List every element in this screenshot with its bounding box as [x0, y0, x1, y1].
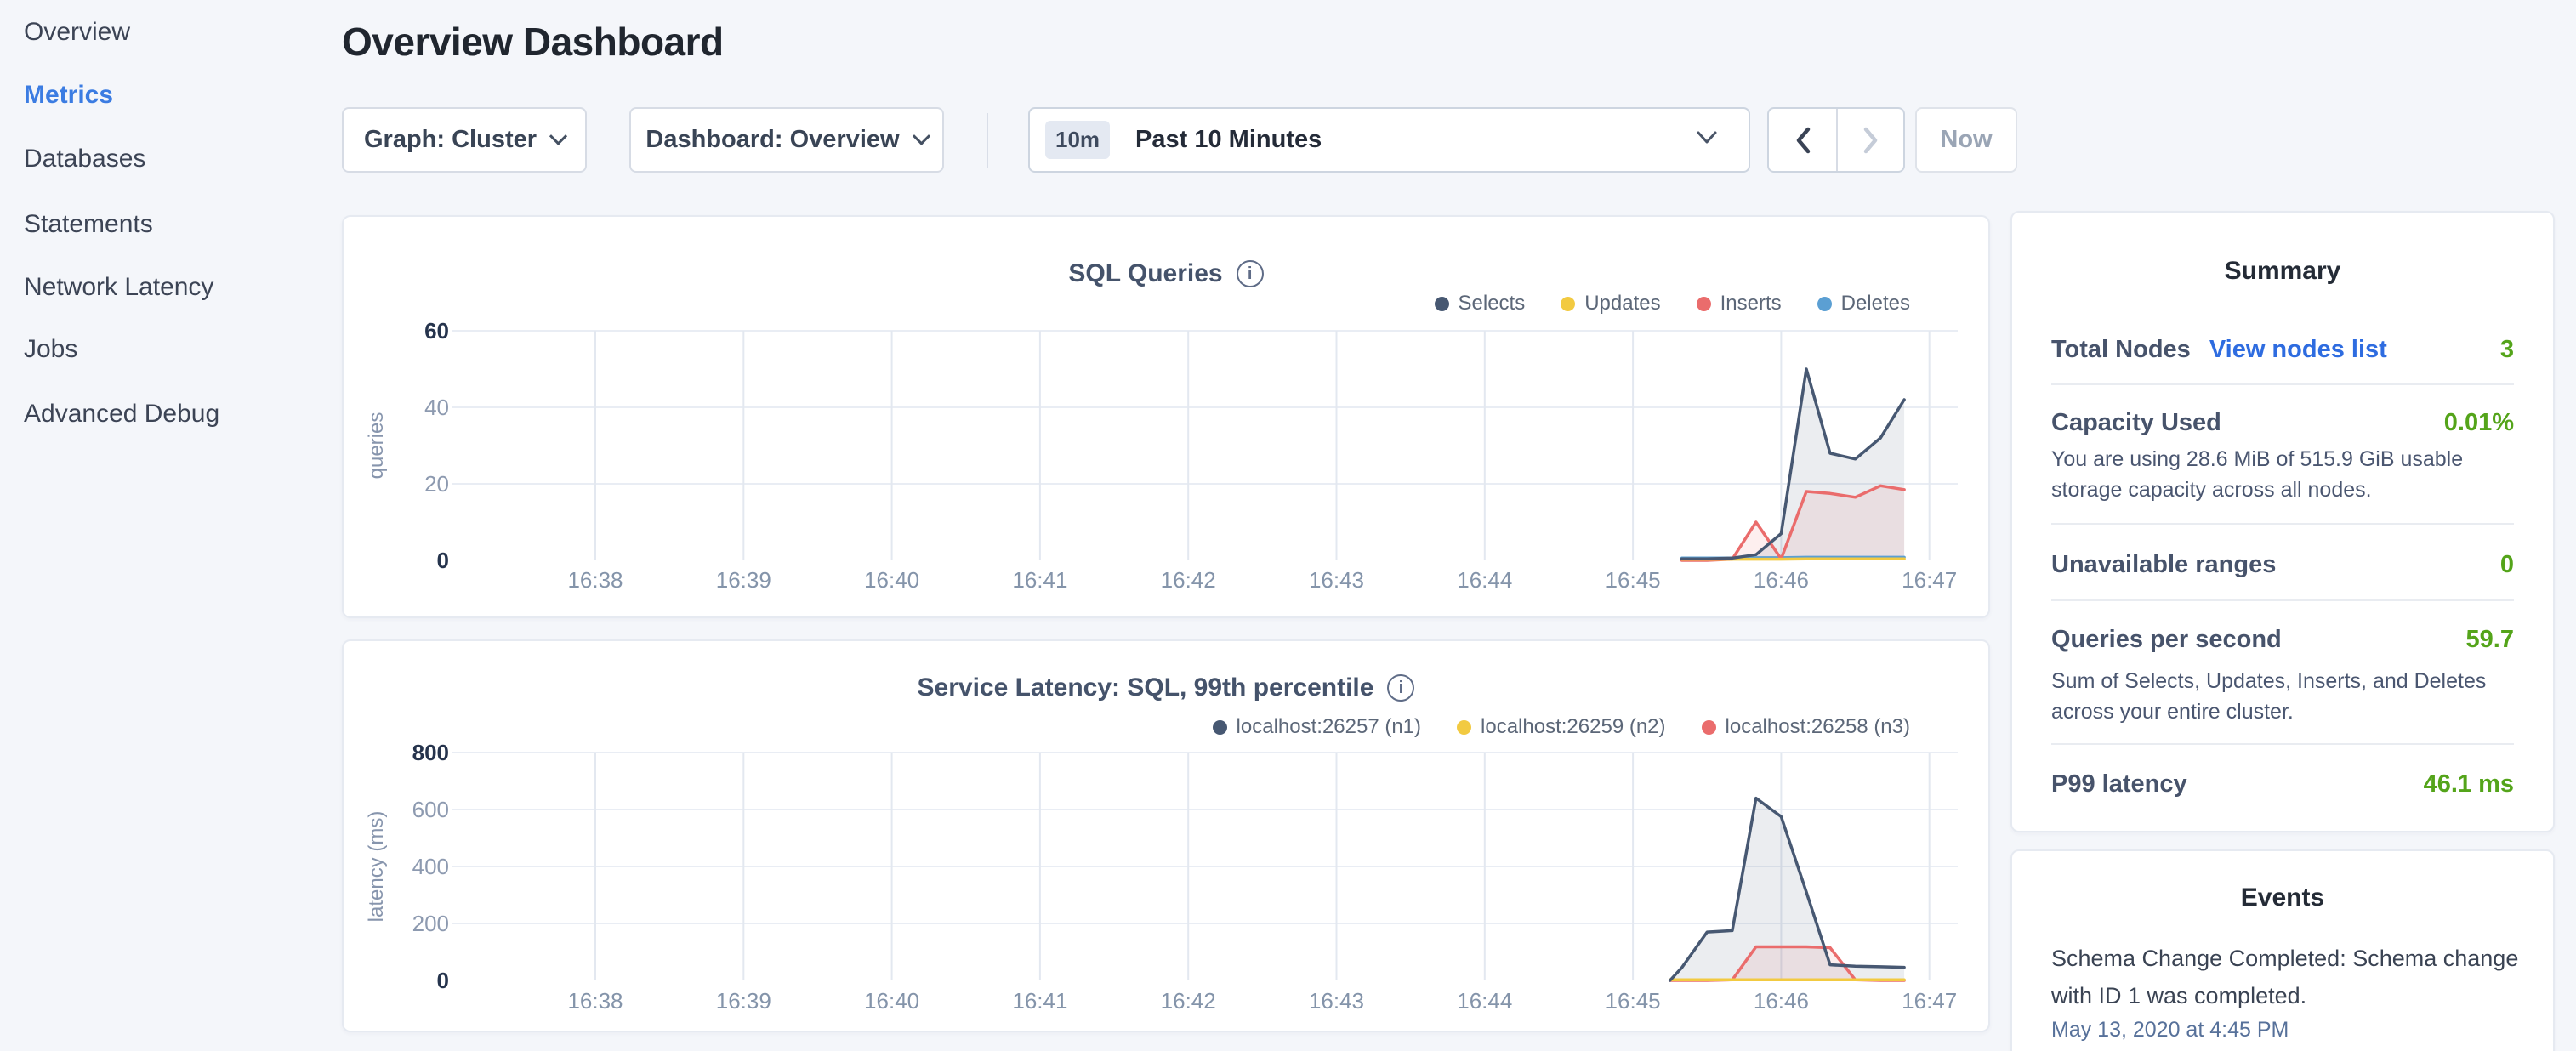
time-range-label: Past 10 Minutes	[1135, 126, 1322, 154]
summary-row-unavailable-ranges: Unavailable ranges 0	[2051, 547, 2514, 582]
svg-text:20: 20	[424, 471, 449, 497]
divider	[2051, 743, 2514, 745]
svg-text:60: 60	[424, 318, 449, 344]
svg-text:16:41: 16:41	[1012, 567, 1067, 593]
svg-text:16:43: 16:43	[1309, 988, 1364, 1014]
sidebar-item-databases[interactable]: Databases	[24, 139, 145, 179]
svg-text:16:40: 16:40	[864, 988, 919, 1014]
summary-row-value: 3	[2500, 336, 2514, 364]
page-title: Overview Dashboard	[342, 19, 724, 65]
toolbar-divider	[987, 113, 988, 168]
view-nodes-list-link[interactable]: View nodes list	[2209, 336, 2387, 364]
sidebar-item-overview[interactable]: Overview	[24, 13, 130, 52]
svg-text:16:39: 16:39	[716, 567, 771, 593]
service-latency-chart-plot[interactable]: 16:38 16:39 16:40 16:41 16:42 16:43 16:44 16:45…	[344, 641, 1992, 1034]
graph-scope-dropdown[interactable]: Graph: Cluster	[342, 107, 587, 173]
svg-text:16:46: 16:46	[1754, 988, 1809, 1014]
summary-row-value: 0.01%	[2444, 409, 2514, 437]
svg-text:16:45: 16:45	[1606, 567, 1661, 593]
svg-text:16:39: 16:39	[716, 988, 771, 1014]
svg-text:16:42: 16:42	[1161, 567, 1216, 593]
summary-row-description: You are using 28.6 MiB of 515.9 GiB usab…	[2051, 444, 2519, 505]
chevron-down-icon	[1696, 130, 1718, 150]
sql-queries-chart-plot[interactable]: 16:38 16:39 16:40 16:41 16:42 16:43 16:44 16:45…	[344, 217, 1992, 620]
svg-text:16:44: 16:44	[1457, 988, 1512, 1014]
summary-row-label: Capacity Used	[2051, 409, 2221, 437]
svg-text:16:47: 16:47	[1902, 567, 1957, 593]
summary-row-label: Total Nodes	[2051, 336, 2191, 364]
chevron-left-icon	[1792, 125, 1814, 156]
svg-text:16:40: 16:40	[864, 567, 919, 593]
summary-row-value: 59.7	[2466, 626, 2514, 654]
summary-row-value: 0	[2500, 551, 2514, 579]
db-console-page: Overview Metrics Databases Statements Ne…	[0, 0, 2576, 1051]
summary-row-total-nodes: Total Nodes View nodes list 3	[2051, 332, 2514, 367]
svg-text:16:43: 16:43	[1309, 567, 1364, 593]
svg-text:16:47: 16:47	[1902, 988, 1957, 1014]
svg-text:800: 800	[412, 740, 449, 765]
summary-row-p99-latency: P99 latency 46.1 ms	[2051, 766, 2514, 802]
sidebar-item-advanced-debug[interactable]: Advanced Debug	[24, 395, 219, 434]
sidebar-item-jobs[interactable]: Jobs	[24, 330, 77, 369]
svg-text:16:46: 16:46	[1754, 567, 1809, 593]
svg-text:600: 600	[412, 797, 449, 822]
svg-text:200: 200	[412, 911, 449, 936]
now-button[interactable]: Now	[1915, 107, 2017, 173]
svg-text:0: 0	[437, 968, 449, 993]
svg-text:16:38: 16:38	[567, 567, 623, 593]
summary-row-label: P99 latency	[2051, 770, 2187, 798]
summary-panel: Summary Total Nodes View nodes list 3 Ca…	[2010, 211, 2555, 832]
svg-text:16:38: 16:38	[567, 988, 623, 1014]
svg-text:40: 40	[424, 395, 449, 420]
sidebar-item-network-latency[interactable]: Network Latency	[24, 268, 213, 307]
events-title: Events	[2012, 883, 2553, 912]
event-timestamp: May 13, 2020 at 4:45 PM	[2051, 1018, 2289, 1042]
event-message[interactable]: Schema Change Completed: Schema change w…	[2051, 940, 2519, 1014]
svg-text:queries: queries	[365, 412, 388, 480]
summary-row-value: 46.1 ms	[2424, 770, 2514, 798]
summary-row-capacity-used: Capacity Used 0.01%	[2051, 405, 2514, 440]
dashboard-dropdown-label: Dashboard: Overview	[645, 126, 899, 154]
sidebar-item-metrics[interactable]: Metrics	[24, 76, 113, 115]
summary-row-description: Sum of Selects, Updates, Inserts, and De…	[2051, 666, 2519, 727]
chevron-down-icon	[549, 128, 567, 145]
svg-text:16:44: 16:44	[1457, 567, 1512, 593]
chevron-right-icon	[1860, 125, 1882, 156]
svg-text:16:41: 16:41	[1012, 988, 1067, 1014]
events-panel: Events Schema Change Completed: Schema c…	[2010, 849, 2555, 1051]
svg-text:400: 400	[412, 854, 449, 879]
time-range-badge: 10m	[1045, 121, 1110, 159]
divider	[2051, 383, 2514, 385]
svg-text:16:45: 16:45	[1606, 988, 1661, 1014]
divider	[2051, 599, 2514, 601]
dashboard-dropdown[interactable]: Dashboard: Overview	[629, 107, 944, 173]
sidebar-item-statements[interactable]: Statements	[24, 205, 153, 244]
summary-row-label: Queries per second	[2051, 626, 2282, 654]
service-latency-chart-card: Service Latency: SQL, 99th percentile i …	[342, 639, 1990, 1032]
svg-text:latency (ms): latency (ms)	[365, 811, 388, 923]
time-forward-button[interactable]	[1836, 109, 1903, 171]
summary-row-label: Unavailable ranges	[2051, 551, 2276, 579]
summary-title: Summary	[2012, 257, 2553, 286]
svg-text:16:42: 16:42	[1161, 988, 1216, 1014]
chevron-down-icon	[912, 128, 930, 145]
graph-scope-dropdown-label: Graph: Cluster	[364, 126, 537, 154]
time-back-button[interactable]	[1769, 109, 1836, 171]
divider	[2051, 523, 2514, 525]
time-pager	[1767, 107, 1905, 173]
sql-queries-chart-card: SQL Queries i SelectsUpdatesInsertsDelet…	[342, 215, 1990, 618]
svg-text:0: 0	[437, 548, 449, 573]
time-range-dropdown[interactable]: 10m Past 10 Minutes	[1028, 107, 1750, 173]
summary-row-queries-per-second: Queries per second 59.7	[2051, 622, 2514, 657]
